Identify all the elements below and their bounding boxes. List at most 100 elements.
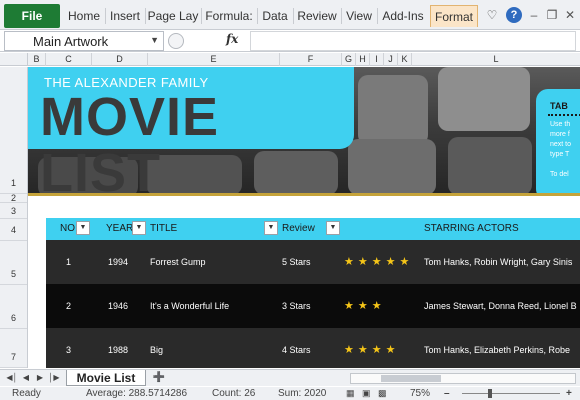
cell-year[interactable]: 1988 [108, 328, 128, 372]
scrollbar-thumb[interactable] [381, 375, 441, 382]
row-header-2[interactable]: 2 [0, 194, 27, 203]
tab-add-ins[interactable]: Add-Ins [378, 5, 428, 27]
star-rating-icons: ★★★★★ [344, 256, 414, 268]
movie-banner-artwork[interactable]: THE ALEXANDER FAMILY MOVIE LIST TAB Use … [28, 67, 580, 193]
header-review[interactable]: Review [282, 218, 315, 240]
column-header-l[interactable]: L [412, 53, 580, 66]
select-all-corner[interactable] [0, 53, 28, 66]
zoom-level[interactable]: 75% [410, 387, 430, 400]
filter-dropdown-icon[interactable]: ▼ [76, 221, 90, 235]
chevron-down-icon[interactable]: ▼ [150, 35, 159, 45]
info-panel: TAB Use th more f next to type T To del [536, 89, 580, 193]
tab-page-layout[interactable]: Page Lay [146, 5, 200, 27]
cell-year[interactable]: 1994 [108, 240, 128, 284]
row-header-7[interactable]: 7 [0, 329, 27, 368]
star-rating-icons: ★★★ [344, 300, 386, 312]
column-header-e[interactable]: E [148, 53, 280, 66]
horizontal-scrollbar[interactable] [350, 373, 576, 384]
zoom-out-icon[interactable]: – [444, 387, 450, 400]
last-sheet-icon[interactable]: │▶ [48, 372, 60, 384]
tab-view[interactable]: View [342, 5, 376, 27]
minimize-icon[interactable]: – [526, 7, 542, 23]
cell-review[interactable]: 5 Stars [282, 240, 311, 284]
info-title: TAB [550, 101, 568, 111]
close-icon[interactable]: ✕ [562, 7, 578, 23]
column-header-c[interactable]: C [46, 53, 92, 66]
tab-home[interactable]: Home [64, 5, 104, 27]
column-header-k[interactable]: K [398, 53, 412, 66]
zoom-slider[interactable] [462, 393, 560, 394]
cell-title[interactable]: Forrest Gump [150, 240, 206, 284]
title-panel: THE ALEXANDER FAMILY MOVIE LIST [28, 67, 354, 193]
header-title[interactable]: TITLE [150, 218, 177, 240]
column-header-i[interactable]: I [370, 53, 384, 66]
normal-view-icon[interactable]: ▦ [346, 387, 355, 400]
insert-function-icon[interactable]: fx [226, 32, 238, 46]
header-starring-actors[interactable]: STARRING ACTORS [424, 218, 519, 240]
table-row[interactable]: 2 1946 It's a Wonderful Life 3 Stars ★★★… [46, 284, 580, 328]
prev-sheet-icon[interactable]: ◀ [20, 372, 32, 384]
header-no[interactable]: NO [60, 218, 75, 240]
tab-data[interactable]: Data [258, 5, 292, 27]
sheet-tab-bar: ◀│ ◀ ▶ │▶ Movie List ➕ [0, 369, 580, 386]
next-sheet-icon[interactable]: ▶ [34, 372, 46, 384]
row-header-5[interactable]: 5 [0, 241, 27, 285]
divider [548, 114, 580, 116]
row-header-4[interactable]: 4 [0, 219, 27, 241]
expand-handle-icon[interactable] [168, 33, 184, 49]
restore-icon[interactable]: ❐ [544, 7, 560, 23]
tab-insert[interactable]: Insert [106, 5, 144, 27]
cell-no[interactable]: 3 [66, 328, 71, 372]
formula-controls: fx [166, 31, 248, 51]
filter-dropdown-icon[interactable]: ▼ [132, 221, 146, 235]
cell-actors[interactable]: Tom Hanks, Elizabeth Perkins, Robe [424, 328, 580, 372]
help-icon[interactable]: ? [506, 7, 522, 23]
tab-file[interactable]: File [4, 4, 60, 28]
theater-seat-image [448, 137, 532, 193]
first-sheet-icon[interactable]: ◀│ [6, 372, 18, 384]
filter-dropdown-icon[interactable]: ▼ [326, 221, 340, 235]
row-header-1[interactable]: 1 [0, 67, 27, 194]
cell-no[interactable]: 2 [66, 284, 71, 328]
column-header-j[interactable]: J [384, 53, 398, 66]
tab-formulas[interactable]: Formula: [202, 5, 256, 27]
cell-review[interactable]: 4 Stars [282, 328, 311, 372]
cell-title[interactable]: Big [150, 328, 163, 372]
table-row[interactable]: 3 1988 Big 4 Stars ★★★★ Tom Hanks, Eliza… [46, 328, 580, 368]
page-layout-view-icon[interactable]: ▣ [362, 387, 371, 400]
cell-review[interactable]: 3 Stars [282, 284, 311, 328]
column-header-g[interactable]: G [342, 53, 356, 66]
column-header-h[interactable]: H [356, 53, 370, 66]
zoom-in-icon[interactable]: + [566, 387, 572, 400]
row-header-3[interactable]: 3 [0, 203, 27, 219]
cell-title[interactable]: It's a Wonderful Life [150, 284, 229, 328]
tab-format[interactable]: Format [430, 5, 478, 27]
row-header-6[interactable]: 6 [0, 285, 27, 329]
cell-year[interactable]: 1946 [108, 284, 128, 328]
cell-actors[interactable]: Tom Hanks, Robin Wright, Gary Sinis [424, 240, 580, 284]
info-line: more f [550, 131, 570, 138]
info-line: To del [550, 171, 569, 178]
info-line: Use th [550, 121, 571, 128]
cell-no[interactable]: 1 [66, 240, 71, 284]
name-box-value: Main Artwork [33, 34, 109, 49]
tab-review[interactable]: Review [294, 5, 340, 27]
name-box[interactable]: Main Artwork ▼ [4, 31, 164, 51]
star-rating-icons: ★★★★ [344, 344, 400, 356]
heart-outline-icon[interactable]: ♡ [484, 7, 500, 23]
column-header-f[interactable]: F [280, 53, 342, 66]
new-sheet-icon[interactable]: ➕ [150, 372, 168, 384]
column-header-d[interactable]: D [92, 53, 148, 66]
formula-bar: Main Artwork ▼ fx [0, 30, 580, 52]
cell-actors[interactable]: James Stewart, Donna Reed, Lionel B [424, 284, 580, 328]
zoom-slider-thumb[interactable] [488, 389, 492, 398]
page-break-view-icon[interactable]: ▩ [378, 387, 387, 400]
sheet-tab-movie-list[interactable]: Movie List [66, 370, 146, 386]
header-year[interactable]: YEAR [106, 218, 133, 240]
column-header-b[interactable]: B [28, 53, 46, 66]
theater-seat-image [438, 67, 530, 131]
filter-dropdown-icon[interactable]: ▼ [264, 221, 278, 235]
table-row[interactable]: 1 1994 Forrest Gump 5 Stars ★★★★★ Tom Ha… [46, 240, 580, 284]
formula-input[interactable] [250, 31, 576, 51]
excel-window: File Home Insert Page Lay Formula: Data … [0, 0, 580, 400]
